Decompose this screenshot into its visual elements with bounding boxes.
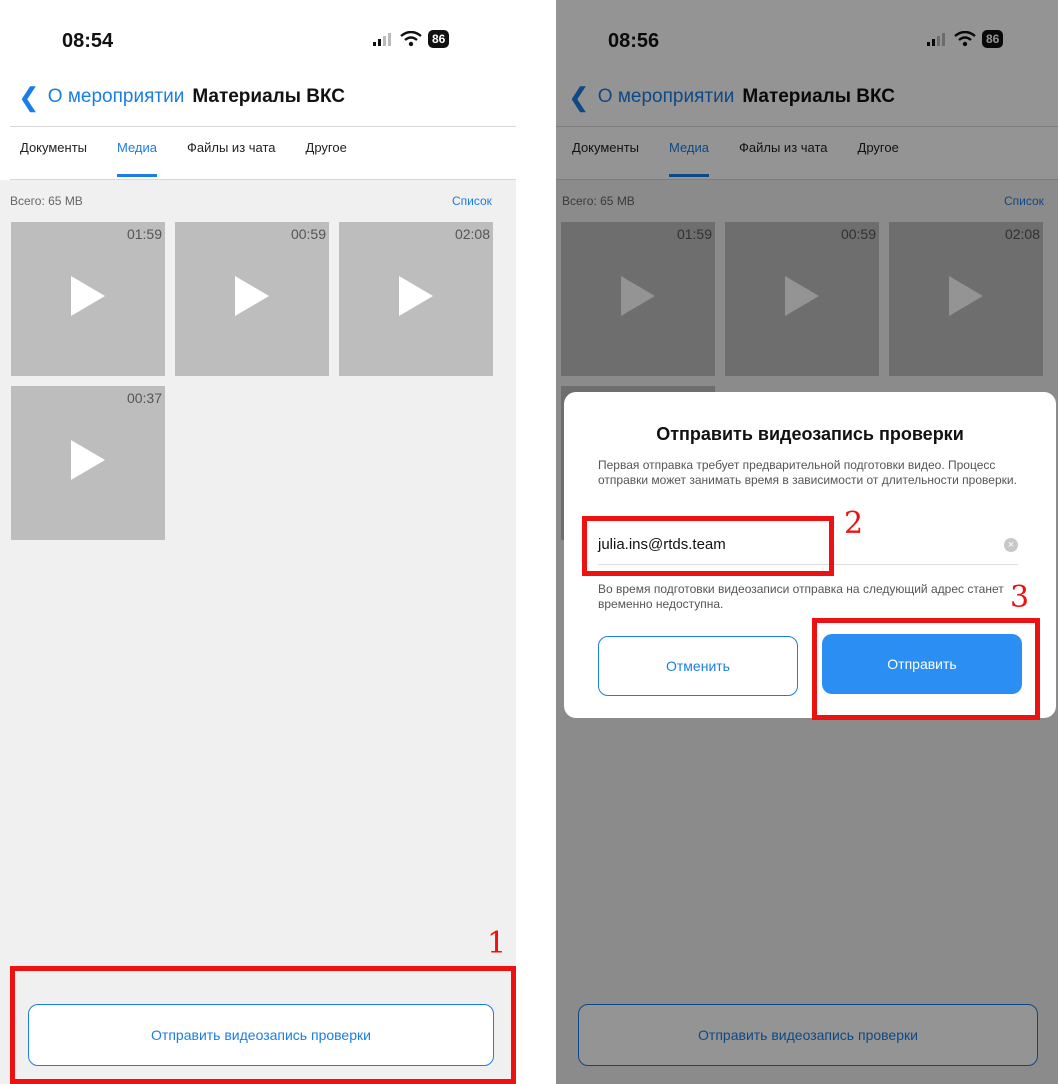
list-view-link[interactable]: Список bbox=[452, 194, 492, 208]
video-thumbnail[interactable]: 00:59 bbox=[175, 222, 329, 376]
play-icon bbox=[399, 276, 433, 316]
tab-chat-files[interactable]: Файлы из чата bbox=[187, 140, 276, 155]
battery-icon: 86 bbox=[428, 30, 450, 48]
back-button[interactable]: О мероприятии bbox=[48, 86, 185, 108]
clear-icon[interactable]: × bbox=[1004, 538, 1018, 552]
video-thumbnail[interactable]: 00:37 bbox=[11, 386, 165, 540]
screen-send-dialog: 08:56 86 ❮ О мероприятии Материалы ВКС Д… bbox=[556, 0, 1058, 1084]
wifi-icon bbox=[400, 31, 422, 47]
dialog-title: Отправить видеозапись проверки bbox=[656, 424, 964, 444]
screen-media-list: 08:54 86 ❮ О мероприятии Материалы ВКС Д… bbox=[0, 0, 516, 1084]
total-size: Всего: 65 MB bbox=[10, 194, 83, 208]
dialog-note: Во время подготовки видеозаписи отправка… bbox=[598, 582, 1004, 611]
annotation-box-2 bbox=[582, 516, 834, 576]
play-icon bbox=[71, 276, 105, 316]
divider bbox=[10, 179, 516, 180]
tab-other[interactable]: Другое bbox=[306, 140, 347, 155]
play-icon bbox=[235, 276, 269, 316]
status-icons: 86 bbox=[372, 30, 450, 48]
annotation-box-1 bbox=[10, 966, 516, 1084]
video-thumbnail[interactable]: 02:08 bbox=[339, 222, 493, 376]
status-time: 08:54 bbox=[62, 30, 114, 52]
dialog-description: Первая отправка требует предварительной … bbox=[598, 458, 1017, 487]
video-duration: 02:08 bbox=[454, 226, 490, 242]
back-chevron-icon[interactable]: ❮ bbox=[18, 84, 40, 110]
nav-bar: ❮ О мероприятии Материалы ВКС bbox=[18, 84, 345, 110]
cancel-button[interactable]: Отменить bbox=[598, 636, 798, 696]
annotation-number-1: 1 bbox=[487, 926, 507, 961]
video-duration: 01:59 bbox=[126, 226, 162, 242]
video-duration: 00:59 bbox=[290, 226, 326, 242]
page-title: Материалы ВКС bbox=[192, 86, 346, 107]
video-duration: 00:37 bbox=[126, 390, 162, 406]
video-thumbnail[interactable]: 01:59 bbox=[11, 222, 165, 376]
annotation-box-3 bbox=[812, 618, 1040, 720]
annotation-number-3: 3 bbox=[1010, 580, 1030, 615]
annotation-number-2: 2 bbox=[844, 506, 864, 541]
tab-media[interactable]: Медиа bbox=[117, 140, 158, 177]
tab-bar: Документы Медиа Файлы из чата Другое bbox=[20, 140, 347, 177]
signal-icon bbox=[373, 33, 391, 46]
play-icon bbox=[71, 440, 105, 480]
divider bbox=[10, 126, 516, 127]
tab-documents[interactable]: Документы bbox=[20, 140, 87, 155]
